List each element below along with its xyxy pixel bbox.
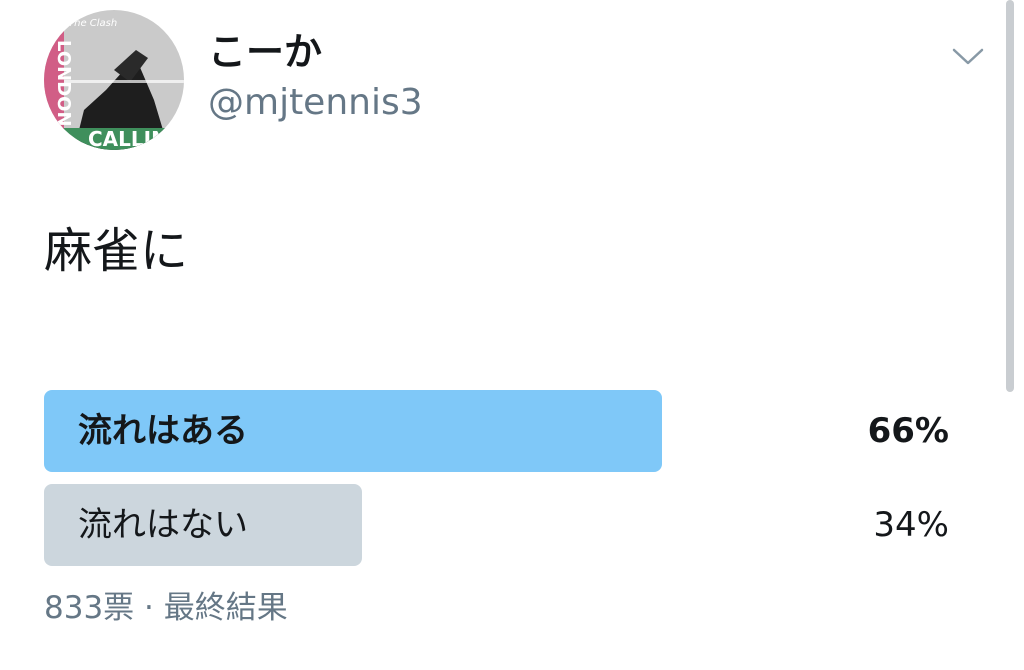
album-cover-avatar-icon: The Clash LONDON CALLING bbox=[44, 10, 184, 150]
poll-option-percent: 34% bbox=[873, 505, 949, 545]
poll-option-label: 流れはある bbox=[78, 411, 248, 451]
poll-footer: 833票 · 最終結果 bbox=[44, 590, 288, 626]
display-name[interactable]: こーか bbox=[208, 28, 322, 76]
chevron-down-icon[interactable] bbox=[950, 44, 986, 68]
scrollbar[interactable] bbox=[1006, 0, 1014, 392]
poll-option-2[interactable]: 流れはない 34% bbox=[44, 484, 949, 566]
avatar-text-top: The Clash bbox=[68, 18, 117, 29]
poll-option-label: 流れはない bbox=[78, 505, 248, 545]
poll-option-1[interactable]: 流れはある 66% bbox=[44, 390, 949, 472]
avatar[interactable]: The Clash LONDON CALLING bbox=[44, 10, 184, 150]
tweet-text: 麻雀に bbox=[44, 223, 189, 279]
poll-option-percent: 66% bbox=[867, 411, 949, 451]
user-handle[interactable]: @mjtennis3 bbox=[208, 80, 423, 126]
avatar-text-bottom: CALLING bbox=[88, 127, 184, 150]
avatar-text-side: LONDON bbox=[53, 40, 74, 127]
